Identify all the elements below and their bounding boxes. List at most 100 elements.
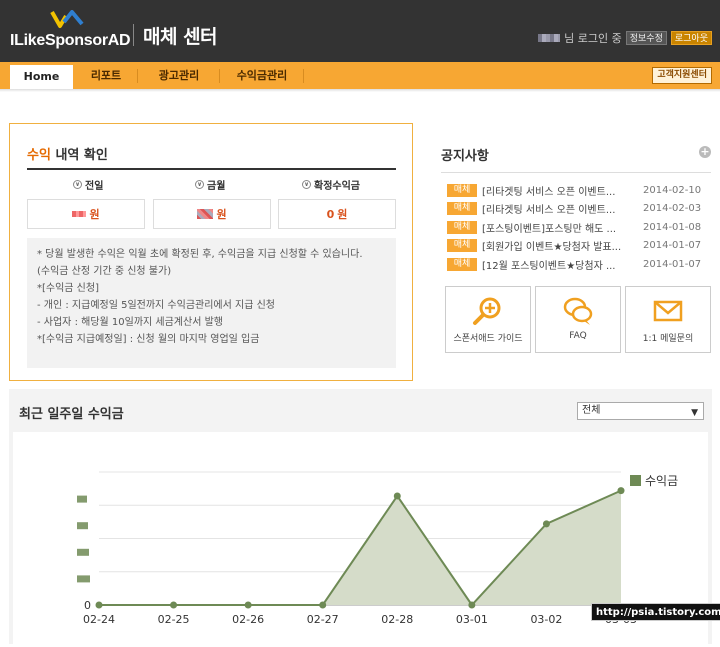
legend-label: 수익금	[645, 474, 678, 488]
caret-down-icon: ▼	[691, 408, 698, 418]
x-tick-label: 02-26	[232, 613, 264, 626]
nav-shadow	[0, 89, 720, 92]
x-tick-label: 03-02	[530, 613, 562, 626]
notice-badge: 매체	[447, 238, 477, 252]
x-tick-label: 02-24	[83, 613, 115, 626]
x-tick-label: 03-01	[456, 613, 488, 626]
y-tick-label: 0	[84, 599, 91, 612]
redacted-y-tick	[77, 522, 88, 530]
notice-title: 공지사항	[441, 149, 489, 164]
info-line: *[수익금 신청]	[37, 283, 99, 294]
notice-item[interactable]: 매체 [리타겟팅 서비스 오픈 이벤트... 2014-02-10	[447, 183, 701, 198]
redacted-y-tick	[77, 495, 87, 503]
logo-text: ILikeSponsorAD	[10, 32, 131, 49]
chevron-down-icon: ∨	[195, 180, 204, 189]
notice-item[interactable]: 매체 [리타겟팅 서비스 오픈 이벤트... 2014-02-03	[447, 201, 701, 216]
mail-inquiry-button[interactable]: 1:1 메일문의	[625, 286, 711, 353]
data-point	[95, 601, 103, 609]
notice-divider	[441, 172, 711, 173]
data-point	[319, 601, 327, 609]
yesterday-unit: 원	[89, 208, 100, 221]
nav-divider	[137, 69, 138, 83]
series-area	[99, 490, 621, 605]
notice-badge: 매체	[447, 183, 477, 197]
data-point	[393, 492, 401, 500]
filter-select-value: 전체	[582, 405, 601, 416]
user-area: 님 로그인 중 정보수정 로그아웃	[538, 30, 712, 46]
speech-bubbles-icon	[563, 297, 593, 325]
tab-ad-management[interactable]: 광고관리	[140, 62, 218, 89]
data-point	[542, 520, 550, 528]
info-line: * 당월 발생한 수익은 익월 초에 확정된 후, 수익금을 지급 신청할 수 …	[37, 249, 363, 260]
logo-divider	[133, 24, 134, 46]
envelope-icon	[653, 300, 683, 322]
sponsor-guide-label: 스폰서애드 가이드	[453, 334, 523, 344]
notice-text[interactable]: [리타겟팅 서비스 오픈 이벤트...	[482, 183, 632, 198]
notice-text[interactable]: [포스팅이벤트]포스팅만 해도 ...	[482, 220, 632, 235]
confirmed-label: 확정수익금	[314, 181, 360, 192]
more-plus-icon[interactable]: +	[699, 146, 711, 158]
faq-button[interactable]: FAQ	[535, 286, 621, 353]
redacted-amount	[72, 211, 87, 217]
chevron-down-icon: ∨	[73, 180, 82, 189]
this-month-unit: 원	[216, 208, 227, 221]
confirmed-unit: 원	[337, 208, 348, 221]
data-point	[468, 601, 476, 609]
notice-date: 2014-01-08	[643, 221, 702, 233]
x-tick-label: 02-27	[307, 613, 339, 626]
notice-text[interactable]: [12월 포스팅이벤트★당첨자 ...	[482, 257, 632, 272]
notice-item[interactable]: 매체 [회원가입 이벤트★당첨자 발표... 2014-01-07	[447, 238, 701, 253]
revenue-title: 수익 내역 확인	[27, 144, 108, 163]
notice-badge: 매체	[447, 201, 477, 215]
yesterday-value: 원	[27, 199, 145, 229]
this-month-value: 원	[153, 199, 271, 229]
notice-date: 2014-02-10	[643, 184, 702, 196]
this-month-header: ∨ 금월	[195, 177, 225, 192]
confirmed-amount: 0	[326, 207, 335, 221]
weekly-title: 최근 일주일 수익금	[19, 407, 124, 422]
notice-badge: 매체	[447, 220, 477, 234]
nav-divider	[303, 69, 304, 83]
notice-item[interactable]: 매체 [12월 포스팅이벤트★당첨자 ... 2014-01-07	[447, 257, 701, 272]
faq-label: FAQ	[569, 331, 587, 341]
chevron-down-icon: ∨	[302, 180, 311, 189]
login-status: 님 로그인 중	[564, 32, 622, 45]
user-name-redacted	[538, 34, 561, 42]
edit-info-button[interactable]: 정보수정	[625, 31, 667, 45]
info-line: *[수익금 지급예정일] : 신청 월의 마지막 영업일 입금	[37, 334, 260, 345]
redacted-amount	[197, 209, 214, 219]
notice-date: 2014-01-07	[643, 258, 702, 270]
legend-swatch	[630, 475, 641, 486]
x-tick-label: 02-28	[381, 613, 413, 626]
notice-badge: 매체	[447, 257, 477, 271]
notice-item[interactable]: 매체 [포스팅이벤트]포스팅만 해도 ... 2014-01-08	[447, 220, 701, 235]
watermark: http://psia.tistory.com	[591, 603, 720, 621]
tab-report[interactable]: 리포트	[76, 62, 136, 89]
info-line: - 사업자 : 해당월 10일까지 세금계산서 발행	[37, 317, 223, 328]
revenue-panel: 수익 내역 확인 ∨ 전일 ∨ 금월 ∨ 확정수익금 원 원 0 원 * 당월 …	[9, 123, 413, 381]
support-center-button[interactable]: 고객지원센터	[652, 67, 712, 84]
yesterday-header: ∨ 전일	[73, 177, 103, 192]
filter-select[interactable]: 전체 ▼	[577, 402, 704, 420]
tab-home[interactable]: Home	[10, 62, 73, 89]
redacted-y-tick	[77, 548, 89, 556]
top-bar: ILikeSponsorAD 매체 센터 님 로그인 중 정보수정 로그아웃	[0, 0, 720, 62]
revenue-title-highlight: 수익	[27, 148, 51, 163]
main-nav: Home 리포트 광고관리 수익금관리 고객지원센터	[0, 62, 720, 89]
info-line: - 개인 : 지급예정일 5일전까지 수익금관리에서 지급 신청	[37, 300, 275, 311]
logout-button[interactable]: 로그아웃	[670, 31, 712, 45]
tab-revenue-management[interactable]: 수익금관리	[222, 62, 302, 89]
notice-text[interactable]: [회원가입 이벤트★당첨자 발표...	[482, 238, 632, 253]
logo[interactable]: ILikeSponsorAD	[10, 8, 136, 54]
sponsor-guide-button[interactable]: 스폰서애드 가이드	[445, 286, 531, 353]
revenue-title-rest: 내역 확인	[50, 148, 108, 163]
magnifier-plus-icon	[473, 297, 501, 325]
notice-text[interactable]: [리타겟팅 서비스 오픈 이벤트...	[482, 201, 632, 216]
info-line: (수익금 산정 기간 중 신청 불가)	[37, 266, 172, 277]
data-point	[244, 601, 252, 609]
this-month-label: 금월	[207, 181, 226, 192]
data-point	[617, 487, 625, 495]
x-tick-label: 02-25	[158, 613, 190, 626]
mail-inquiry-label: 1:1 메일문의	[642, 334, 694, 344]
notice-date: 2014-02-03	[643, 202, 702, 214]
